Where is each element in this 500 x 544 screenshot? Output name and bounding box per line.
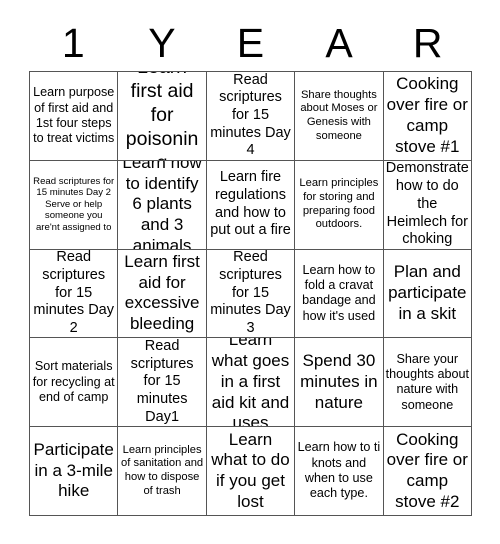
bingo-cell-r2c4[interactable]: Learn principles for storing and prepari…	[295, 160, 384, 250]
bingo-cell-r3c4[interactable]: Learn how to fold a cravat bandage and h…	[295, 249, 384, 339]
bingo-cell-text: Learn what goes in a first aid kit and u…	[211, 338, 290, 428]
bingo-cell-text: Learn principles for storing and prepari…	[299, 177, 379, 231]
bingo-cell-text: Learn what to do if you get lost	[211, 429, 290, 511]
bingo-header-letter-1: 1	[61, 19, 85, 66]
bingo-grid: Learn purpose of first aid and 1st four …	[29, 71, 472, 516]
bingo-cell-r5c5[interactable]: Cooking over fire or camp stove #2	[383, 427, 472, 516]
bingo-cell-r3c1[interactable]: Read scriptures for 15 minutes Day 2	[30, 249, 119, 339]
bingo-header-letter-4: A	[325, 19, 353, 66]
bingo-cell-text: Learn first aid for poisoning	[125, 72, 199, 160]
bingo-cell-text: Learn first aid for excessive bleeding	[124, 252, 200, 334]
bingo-cell-r3c5[interactable]: Plan and participate in a skit	[383, 249, 472, 339]
bingo-card: 1 Y E A R Learn purpose of first aid and 1st…	[0, 0, 500, 544]
bingo-cell-r4c5[interactable]: Share your thoughts about nature with so…	[383, 338, 472, 428]
bingo-cell-r1c4[interactable]: Share thoughts about Moses or Genesis wi…	[295, 72, 384, 161]
bingo-cell-r1c3[interactable]: Read scriptures for 15 minutes Day 4	[206, 72, 296, 161]
bingo-cell-r4c1[interactable]: Sort materials for recycling at end of c…	[30, 338, 119, 428]
bingo-cell-text: Plan and participate in a skit	[388, 262, 467, 323]
bingo-cell-r2c5[interactable]: Demonstrate how to do the Heimlech for c…	[383, 160, 472, 250]
bingo-cell-text: Learn principles of sanitation and how t…	[121, 443, 204, 497]
bingo-cell-text: Learn fire regulations and how to put ou…	[210, 169, 291, 239]
bingo-cell-text: Read scriptures for 15 minutes Day 4	[210, 72, 291, 159]
bingo-cell-text: Spend 30 minutes in nature	[300, 351, 378, 412]
bingo-cell-text: Demonstrate how to do the Heimlech for c…	[385, 160, 469, 248]
bingo-cell-r5c4[interactable]: Learn how to ti knots and when to use ea…	[295, 427, 384, 516]
bingo-cell-r3c3[interactable]: Reed scriptures for 15 minutes Day 3	[206, 249, 296, 339]
bingo-header-letter-2: Y	[148, 19, 176, 66]
bingo-cell-r1c1[interactable]: Learn purpose of first aid and 1st four …	[30, 72, 119, 161]
bingo-cell-r4c4[interactable]: Spend 30 minutes in nature	[295, 338, 384, 428]
bingo-cell-text: Share your thoughts about nature with so…	[385, 351, 469, 412]
bingo-cell-r5c1[interactable]: Participate in a 3-mile hike	[30, 427, 119, 516]
bingo-cell-text: Read scriptures for 15 minutes Day 2 Ser…	[33, 175, 115, 233]
bingo-cell-text: Learn purpose of first aid and 1st four …	[33, 85, 115, 146]
bingo-cell-text: Reed scriptures for 15 minutes Day 3	[210, 249, 291, 337]
bingo-cell-r2c1[interactable]: Read scriptures for 15 minutes Day 2 Ser…	[30, 160, 119, 250]
bingo-cell-r5c2[interactable]: Learn principles of sanitation and how t…	[118, 427, 207, 516]
bingo-cell-text: Read scriptures for 15 minutes Day 2	[33, 249, 114, 337]
bingo-header-letter-5: R	[412, 19, 443, 66]
bingo-cell-text: Sort materials for recycling at end of c…	[32, 359, 115, 404]
bingo-cell-r2c3[interactable]: Learn fire regulations and how to put ou…	[206, 160, 296, 250]
bingo-cell-r5c3[interactable]: Learn what to do if you get lost	[206, 427, 296, 516]
bingo-cell-text: Cooking over fire or camp stove #2	[386, 429, 468, 511]
bingo-cell-text: Learn how to identify 6 plants and 3 ani…	[122, 160, 202, 250]
bingo-cell-r1c5[interactable]: Cooking over fire or camp stove #1	[383, 72, 472, 161]
bingo-cell-r4c3[interactable]: Learn what goes in a first aid kit and u…	[206, 338, 296, 428]
bingo-cell-text: Read scriptures for 15 minutes Day1	[130, 338, 194, 425]
bingo-cell-r2c2[interactable]: Learn how to identify 6 plants and 3 ani…	[118, 160, 207, 250]
bingo-cell-text: Share thoughts about Moses or Genesis wi…	[300, 88, 378, 142]
bingo-header-letter-3: E	[236, 19, 265, 66]
bingo-cell-r3c2[interactable]: Learn first aid for excessive bleeding	[118, 249, 207, 339]
bingo-cell-text: Learn how to ti knots and when to use ea…	[297, 440, 381, 501]
bingo-cell-text: Cooking over fire or camp stove #1	[386, 74, 468, 156]
bingo-header-row: 1 Y E A R	[29, 18, 472, 68]
bingo-cell-text: Participate in a 3-mile hike	[33, 439, 114, 501]
bingo-cell-r4c2[interactable]: Read scriptures for 15 minutes Day1	[118, 338, 207, 428]
bingo-cell-text: Learn how to fold a cravat bandage and h…	[302, 262, 376, 323]
bingo-cell-r1c2[interactable]: Learn first aid for poisoning	[118, 72, 207, 161]
